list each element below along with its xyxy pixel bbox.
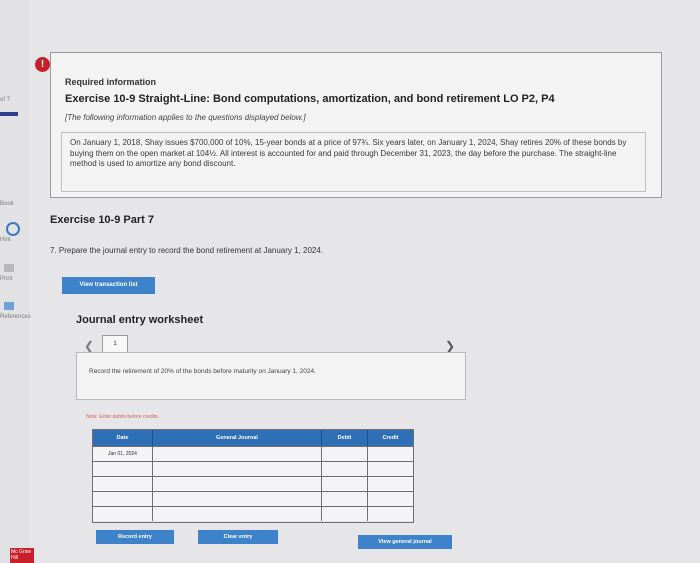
debits-note: Note: Enter debits before credits. <box>86 414 160 420</box>
exercise-title: Exercise 10-9 Straight-Line: Bond comput… <box>65 93 555 105</box>
clear-entry-button[interactable]: Clear entry <box>198 530 278 544</box>
hint-icon[interactable] <box>6 222 20 236</box>
date-cell[interactable] <box>93 492 153 506</box>
credit-cell[interactable] <box>368 462 413 476</box>
account-cell[interactable] <box>153 477 322 491</box>
worksheet-instruction: Record the retirement of 20% of the bond… <box>76 352 466 400</box>
account-cell[interactable] <box>153 507 322 521</box>
publisher-logo: Mc Graw Hill <box>10 548 34 563</box>
debit-cell[interactable] <box>322 447 368 461</box>
left-rail: of 7 Book Hint Print References <box>0 0 31 563</box>
date-cell[interactable] <box>93 477 153 491</box>
table-row: Jan 01, 2024 <box>93 446 413 461</box>
record-entry-button[interactable]: Record entry <box>96 530 174 544</box>
account-cell[interactable] <box>153 447 322 461</box>
alert-icon: ! <box>35 57 50 72</box>
table-row <box>93 461 413 476</box>
date-cell[interactable] <box>93 507 153 521</box>
date-cell[interactable] <box>93 462 153 476</box>
view-transaction-list-button[interactable]: View transaction list <box>62 277 155 294</box>
part-title: Exercise 10-9 Part 7 <box>50 214 154 226</box>
credit-cell[interactable] <box>368 447 413 461</box>
print-icon[interactable] <box>4 264 14 272</box>
credit-cell[interactable] <box>368 507 413 521</box>
view-general-journal-button[interactable]: View general journal <box>358 535 452 549</box>
debit-cell[interactable] <box>322 462 368 476</box>
date-column-header: Date <box>93 430 153 446</box>
debit-column-header: Debit <box>322 430 368 446</box>
date-cell[interactable]: Jan 01, 2024 <box>93 447 153 461</box>
journal-entry-table: Date General Journal Debit Credit Jan 01… <box>92 429 414 523</box>
credit-cell[interactable] <box>368 492 413 506</box>
account-cell[interactable] <box>153 462 322 476</box>
references-label[interactable]: References <box>0 314 31 320</box>
worksheet-title: Journal entry worksheet <box>76 314 204 326</box>
debit-cell[interactable] <box>322 507 368 521</box>
credit-cell[interactable] <box>368 477 413 491</box>
question-text: 7. Prepare the journal entry to record t… <box>50 246 324 255</box>
chevron-left-icon[interactable]: ❮ <box>84 339 94 353</box>
page-indicator: of 7 <box>0 97 11 103</box>
problem-statement: On January 1, 2018, Shay issues $700,000… <box>61 132 646 192</box>
progress-marker <box>0 112 18 116</box>
credit-column-header: Credit <box>382 435 399 441</box>
worksheet-page-tab[interactable]: 1 <box>102 335 128 353</box>
debit-cell[interactable] <box>322 477 368 491</box>
required-information-panel: Required information Exercise 10-9 Strai… <box>50 52 662 198</box>
debit-cell[interactable] <box>322 492 368 506</box>
account-cell[interactable] <box>153 492 322 506</box>
table-row <box>93 491 413 506</box>
table-header: Date General Journal Debit Credit <box>93 430 413 446</box>
chevron-right-icon[interactable]: ❯ <box>445 339 455 353</box>
general-journal-column-header: General Journal <box>153 430 322 446</box>
book-label[interactable]: Book <box>0 201 14 207</box>
required-info-heading: Required information <box>65 77 157 87</box>
references-icon[interactable] <box>4 302 14 310</box>
table-row <box>93 506 413 521</box>
info-note: [The following information applies to th… <box>65 113 306 122</box>
table-row <box>93 476 413 491</box>
print-label[interactable]: Print <box>0 276 12 282</box>
hint-label[interactable]: Hint <box>0 237 11 243</box>
